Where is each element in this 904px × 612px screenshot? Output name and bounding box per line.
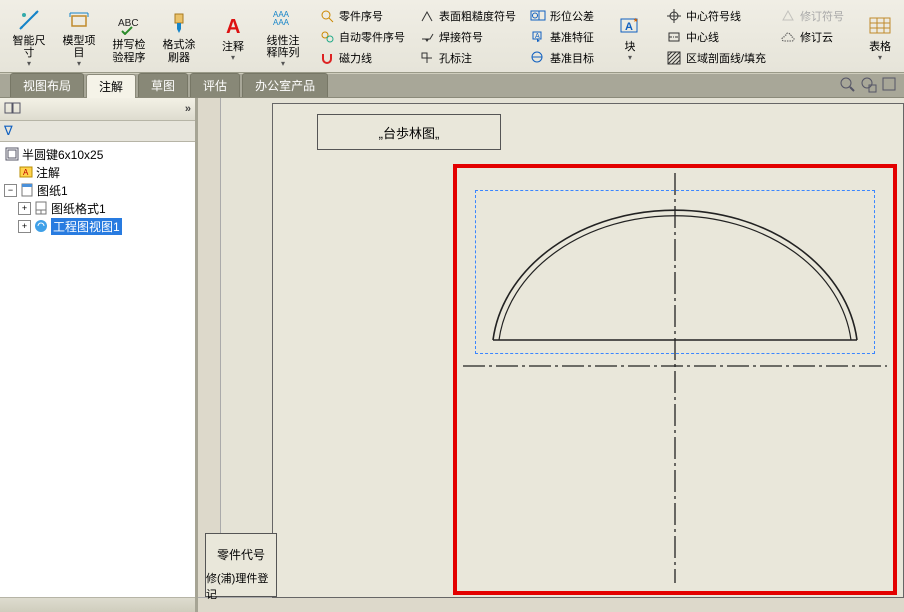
- note-icon: A: [219, 12, 247, 40]
- datum-icon: A: [530, 29, 546, 45]
- chevron-down-icon: ▾: [77, 60, 81, 69]
- collapse-icon[interactable]: −: [4, 184, 17, 197]
- panel-tabs-icon[interactable]: [4, 100, 22, 118]
- tree-sheet1[interactable]: − 图纸1: [0, 181, 195, 199]
- datum-target-button[interactable]: 基准目标: [526, 48, 598, 69]
- tree-drawing-view-1[interactable]: + 工程图视图1: [0, 217, 195, 235]
- datum-feature-button[interactable]: A 基准特征: [526, 27, 598, 48]
- svg-text:A: A: [23, 168, 29, 177]
- tree-root[interactable]: 半圆键6x10x25: [0, 145, 195, 163]
- svg-text:A: A: [226, 16, 240, 38]
- hatch-fill-button[interactable]: 区域剖面线/填充: [662, 48, 770, 69]
- tab-annotate[interactable]: 注解: [86, 74, 136, 98]
- chevron-down-icon: ▾: [281, 60, 285, 69]
- chevron-down-icon: ▾: [878, 54, 882, 63]
- surface-finish-icon: [419, 8, 435, 24]
- title-block-cell: „台歩林图„: [317, 114, 501, 150]
- sheet-format-icon: [33, 200, 49, 216]
- model-items-icon: [65, 6, 93, 34]
- balloon-icon: [319, 8, 335, 24]
- expand-icon[interactable]: +: [18, 202, 31, 215]
- status-ruler: [198, 597, 904, 612]
- repair-parts-cell: 修(浦)理件登记: [205, 566, 277, 597]
- tables-button[interactable]: 表格 ▾: [856, 2, 904, 72]
- spellcheck-button[interactable]: ABC 拼写检验程序: [105, 2, 153, 72]
- vertical-ruler: [198, 98, 221, 598]
- auto-balloon-icon: [319, 29, 335, 45]
- tabstrip: 视图布局 注解 草图 评估 办公室产品: [0, 73, 904, 98]
- dim-icon: [15, 6, 43, 34]
- weld-symbol-button[interactable]: 焊接符号: [415, 27, 520, 48]
- smart-dim-button[interactable]: 智能尺寸 ▾: [5, 2, 53, 72]
- filter-icon[interactable]: ∇: [4, 123, 13, 139]
- paintbrush-icon: [165, 10, 193, 38]
- sheet-icon: [19, 182, 35, 198]
- model-items-button[interactable]: 模型项目 ▾: [55, 2, 103, 72]
- note-button[interactable]: A 注释 ▾: [209, 2, 257, 72]
- weld-icon: [419, 29, 435, 45]
- hole-callout-button[interactable]: 孔标注: [415, 48, 520, 69]
- zoom-fit-icon[interactable]: [839, 76, 856, 96]
- drawing-icon: [4, 146, 20, 162]
- panel-resize-handle[interactable]: [0, 597, 195, 612]
- feature-tree-panel: » ∇ 半圆键6x10x25 A 注解 − 图纸1 +: [0, 98, 198, 612]
- ribbon: 智能尺寸 ▾ 模型项目 ▾ ABC 拼写检验程序 格式涂刷器 A 注释 ▾ AA…: [0, 0, 904, 73]
- drawing-sheet[interactable]: „台歩林图„ 零件代号 修(浦)理件登记: [272, 103, 904, 598]
- revision-symbol-button: 修订符号: [776, 6, 848, 27]
- format-painter-button[interactable]: 格式涂刷器: [155, 2, 203, 72]
- centermark-button[interactable]: 中心符号线: [662, 6, 770, 27]
- panel-chevrons[interactable]: »: [185, 103, 191, 115]
- svg-text:A: A: [625, 21, 633, 33]
- blocks-icon: A★: [616, 12, 644, 40]
- refresh-icon[interactable]: [881, 76, 898, 96]
- tree-sheet-format[interactable]: + 图纸格式1: [0, 199, 195, 217]
- chevron-down-icon: ▾: [231, 54, 235, 63]
- magnetic-line-button[interactable]: 磁力线: [315, 48, 409, 69]
- centermark-icon: [666, 8, 682, 24]
- svg-text:★: ★: [633, 17, 638, 24]
- tab-sketch[interactable]: 草图: [138, 73, 188, 97]
- svg-text:A: A: [535, 33, 540, 40]
- magnet-icon: [319, 50, 335, 66]
- revision-cloud-icon: [780, 29, 796, 45]
- spellcheck-icon: ABC: [115, 10, 143, 38]
- revision-cloud-button[interactable]: 修订云: [776, 27, 848, 48]
- centerline-button[interactable]: 中心线: [662, 27, 770, 48]
- revision-symbol-icon: [780, 8, 796, 24]
- balloon-button[interactable]: 零件序号: [315, 6, 409, 27]
- blocks-button[interactable]: A★ 块 ▾: [606, 2, 654, 72]
- datum-target-icon: [530, 50, 546, 66]
- tab-view-layout[interactable]: 视图布局: [10, 73, 84, 97]
- tab-evaluate[interactable]: 评估: [190, 73, 240, 97]
- centerline-icon: [666, 29, 682, 45]
- centerline-horizontal: [463, 365, 887, 367]
- svg-text:AAA: AAA: [273, 18, 290, 27]
- chevron-down-icon: ▾: [27, 60, 31, 69]
- zoom-area-icon[interactable]: [860, 76, 877, 96]
- chevron-down-icon: ▾: [628, 54, 632, 63]
- auto-balloon-button[interactable]: 自动零件序号: [315, 27, 409, 48]
- svg-text:ABC: ABC: [118, 18, 139, 29]
- linear-pattern-icon: AAAAAA: [269, 6, 297, 34]
- hole-callout-icon: [419, 50, 435, 66]
- tree-annotations[interactable]: A 注解: [0, 163, 195, 181]
- table-icon: [866, 12, 894, 40]
- highlight-box: [453, 164, 897, 595]
- hatch-icon: [666, 50, 682, 66]
- centerline-vertical: [674, 173, 676, 583]
- gtol-icon: [530, 8, 546, 24]
- tab-office[interactable]: 办公室产品: [242, 73, 328, 97]
- expand-icon[interactable]: +: [18, 220, 31, 233]
- surface-finish-button[interactable]: 表面粗糙度符号: [415, 6, 520, 27]
- drawing-view-icon: [33, 218, 49, 234]
- linear-pattern-button[interactable]: AAAAAA 线性注释阵列 ▾: [259, 2, 307, 72]
- drawing-canvas[interactable]: „台歩林图„ 零件代号 修(浦)理件登记: [198, 98, 904, 612]
- gtol-button[interactable]: 形位公差: [526, 6, 598, 27]
- annotation-folder-icon: A: [18, 164, 34, 180]
- feature-tree[interactable]: 半圆键6x10x25 A 注解 − 图纸1 + 图纸格式1 +: [0, 142, 195, 597]
